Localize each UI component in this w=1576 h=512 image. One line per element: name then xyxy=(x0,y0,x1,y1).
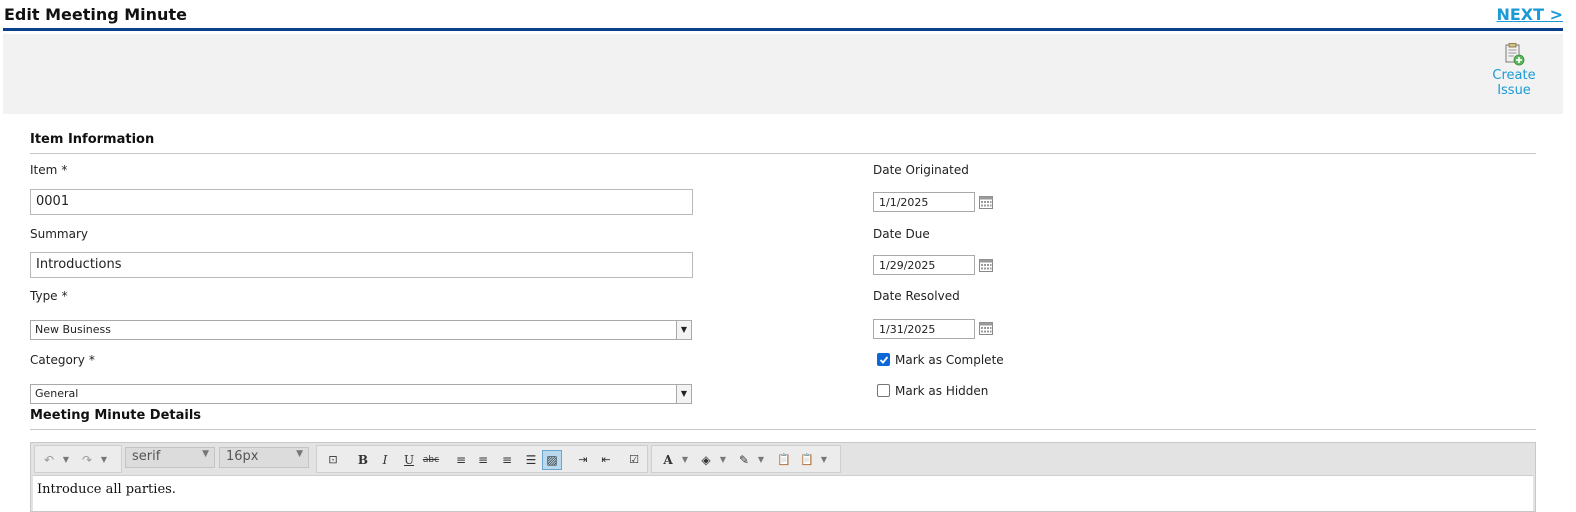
title-bar: Edit Meeting Minute NEXT > xyxy=(3,0,1563,31)
paste-icon[interactable]: 📋 xyxy=(774,450,794,470)
align-right-icon[interactable]: ≡ xyxy=(497,450,517,470)
align-justify-icon[interactable]: ☰ xyxy=(521,450,541,470)
summary-label: Summary xyxy=(30,227,88,241)
select-all-icon[interactable]: ⊡ xyxy=(323,450,343,470)
mark-complete-checkbox[interactable] xyxy=(877,353,890,366)
outdent-icon[interactable]: ⇤ xyxy=(596,450,616,470)
calendar-icon[interactable] xyxy=(979,259,993,272)
mark-complete-label[interactable]: Mark as Complete xyxy=(895,353,1004,367)
create-issue-label-line2: Issue xyxy=(1497,83,1531,98)
chevron-down-icon[interactable]: ▼ xyxy=(718,450,728,470)
action-toolbar: Create Issue xyxy=(3,34,1563,114)
undo-redo-group: ↶ ▼ ↷ ▼ xyxy=(34,445,122,473)
chevron-down-icon[interactable]: ▼ xyxy=(99,450,109,470)
editor-content-area[interactable]: Introduce all parties. xyxy=(33,475,1533,511)
font-family-select[interactable]: serif ▼ xyxy=(125,447,215,468)
style-group: A ▼ ◈ ▼ ✎ ▼ 📋 📋 ▼ xyxy=(651,445,841,473)
chevron-down-icon[interactable]: ▼ xyxy=(819,450,829,470)
date-originated-input[interactable]: 1/1/2025 xyxy=(873,192,975,212)
category-select-value: General xyxy=(35,387,79,400)
type-select[interactable]: New Business ▼ xyxy=(30,320,692,340)
indent-icon[interactable]: ⇥ xyxy=(573,450,593,470)
create-issue-button[interactable]: Create Issue xyxy=(1486,42,1542,98)
font-family-value: serif xyxy=(132,449,161,464)
chevron-down-icon[interactable]: ▼ xyxy=(676,385,691,403)
font-size-select[interactable]: 16px ▼ xyxy=(219,447,309,468)
formatting-group: ⊡ B I U abc ≡ ≡ ≡ ☰ ▨ ⇥ ⇤ ☑ xyxy=(316,445,648,473)
italic-icon[interactable]: I xyxy=(375,450,395,470)
item-input[interactable]: 0001 xyxy=(30,189,693,215)
redo-icon[interactable]: ↷ xyxy=(77,450,97,470)
date-originated-label: Date Originated xyxy=(873,163,969,177)
clear-formatting-icon[interactable]: ▨ xyxy=(542,450,562,470)
font-size-value: 16px xyxy=(226,449,259,464)
clipboard-add-icon xyxy=(1505,43,1525,66)
chevron-down-icon[interactable]: ▼ xyxy=(680,450,690,470)
date-resolved-input[interactable]: 1/31/2025 xyxy=(873,319,975,339)
mark-hidden-label[interactable]: Mark as Hidden xyxy=(895,384,988,398)
rich-text-editor: ↶ ▼ ↷ ▼ serif ▼ 16px ▼ ⊡ B I U abc ≡ ≡ ≡… xyxy=(30,442,1536,512)
main-content: Item Information Item * 0001 Summary Intr… xyxy=(0,114,1576,512)
font-color-icon[interactable]: A xyxy=(658,450,678,470)
required-marker: * xyxy=(88,353,95,367)
required-marker: * xyxy=(61,289,68,303)
chevron-down-icon: ▼ xyxy=(296,449,303,459)
section-title-item-information: Item Information xyxy=(30,132,1536,154)
highlight-icon[interactable]: ◈ xyxy=(696,450,716,470)
next-link[interactable]: NEXT > xyxy=(1496,5,1563,24)
page-title: Edit Meeting Minute xyxy=(4,5,187,24)
checkmark-icon xyxy=(879,356,889,364)
date-due-label: Date Due xyxy=(873,227,930,241)
undo-icon[interactable]: ↶ xyxy=(39,450,59,470)
date-due-input[interactable]: 1/29/2025 xyxy=(873,255,975,275)
align-left-icon[interactable]: ≡ xyxy=(451,450,471,470)
paste-special-icon[interactable]: 📋 xyxy=(797,450,817,470)
editor-toolbar: ↶ ▼ ↷ ▼ serif ▼ 16px ▼ ⊡ B I U abc ≡ ≡ ≡… xyxy=(31,443,1535,475)
format-painter-icon[interactable]: ✎ xyxy=(734,450,754,470)
mark-hidden-checkbox[interactable] xyxy=(877,384,890,397)
chevron-down-icon[interactable]: ▼ xyxy=(61,450,71,470)
summary-input[interactable]: Introductions xyxy=(30,252,693,278)
bold-icon[interactable]: B xyxy=(353,450,373,470)
chevron-down-icon: ▼ xyxy=(202,449,209,459)
underline-icon[interactable]: U xyxy=(399,450,419,470)
align-center-icon[interactable]: ≡ xyxy=(473,450,493,470)
type-select-value: New Business xyxy=(35,323,111,336)
type-label: Type * xyxy=(30,289,68,303)
chevron-down-icon[interactable]: ▼ xyxy=(676,321,691,339)
required-marker: * xyxy=(61,163,68,177)
calendar-icon[interactable] xyxy=(979,196,993,209)
chevron-down-icon[interactable]: ▼ xyxy=(756,450,766,470)
calendar-icon[interactable] xyxy=(979,322,993,335)
category-label: Category * xyxy=(30,353,95,367)
date-resolved-label: Date Resolved xyxy=(873,289,960,303)
item-label: Item * xyxy=(30,163,68,177)
category-select[interactable]: General ▼ xyxy=(30,384,692,404)
strikethrough-icon[interactable]: abc xyxy=(421,450,441,470)
section-title-meeting-minute-details: Meeting Minute Details xyxy=(30,408,1536,430)
insert-element-icon[interactable]: ☑ xyxy=(624,450,644,470)
create-issue-label-line1: Create xyxy=(1492,68,1536,83)
